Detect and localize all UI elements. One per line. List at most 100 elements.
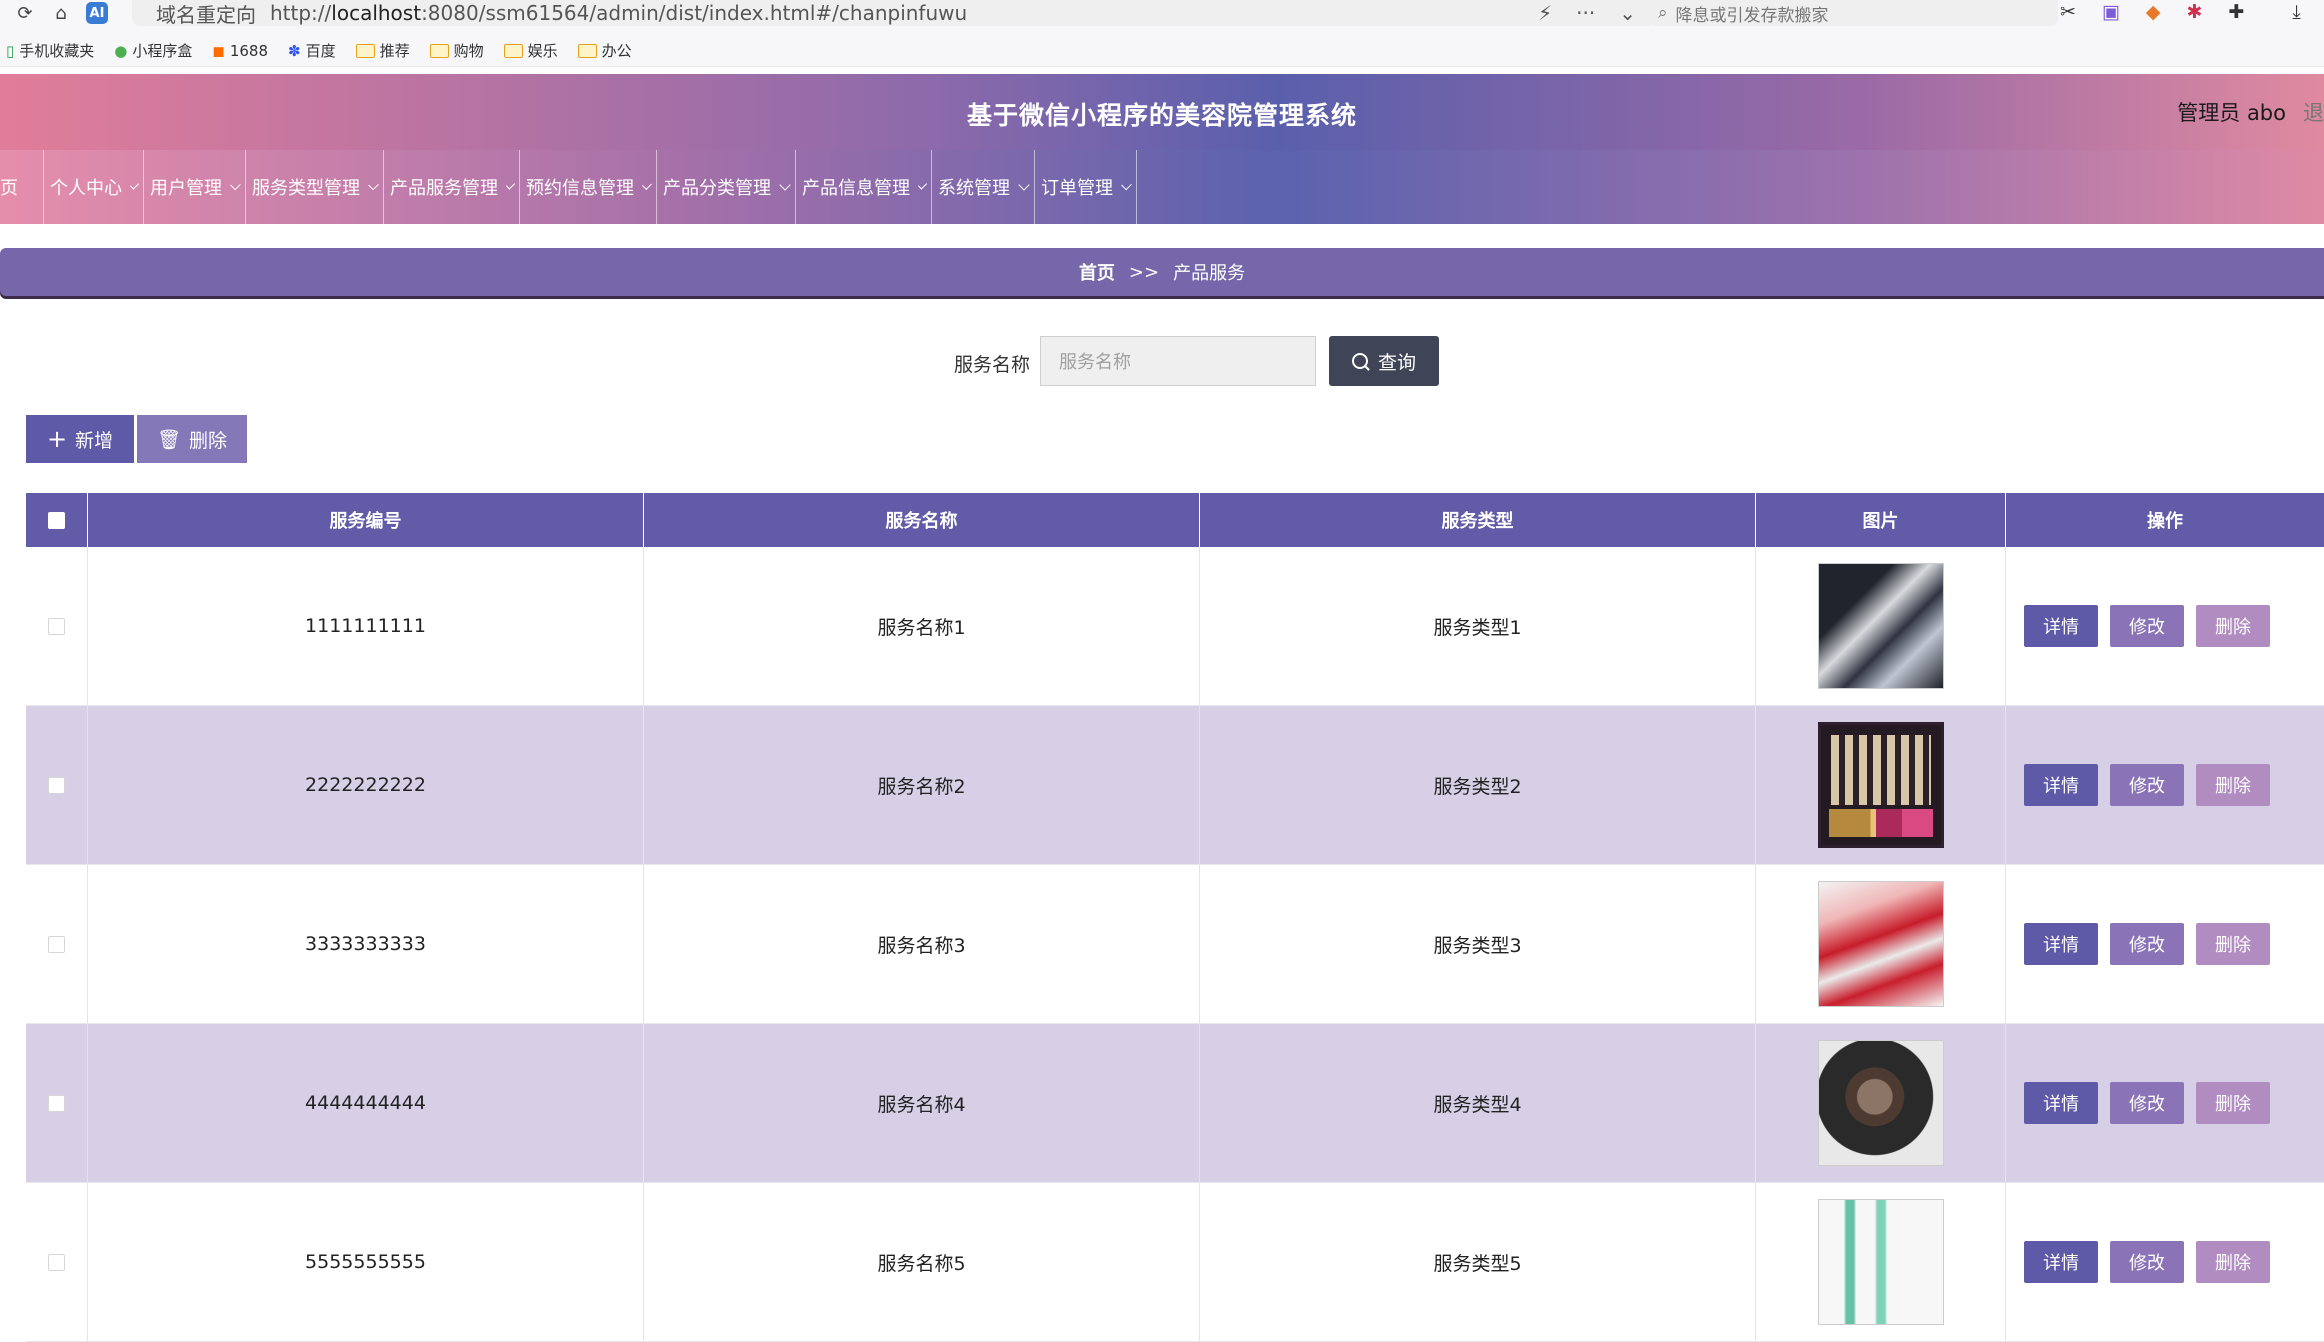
bulk-delete-label: 删除 bbox=[189, 429, 228, 452]
select-all-cell bbox=[26, 493, 88, 547]
search-label: 服务名称 bbox=[954, 354, 1031, 376]
service-image[interactable] bbox=[1817, 563, 1944, 689]
nav-item-profile[interactable]: 个人中心 bbox=[44, 150, 144, 224]
bookmark-item[interactable]: 办公 bbox=[577, 40, 632, 61]
table-row: 1111111111 服务名称1 服务类型1 详情 修改 删除 bbox=[26, 547, 2324, 706]
extension-red-icon[interactable]: ✱ bbox=[2187, 1, 2203, 23]
download-icon[interactable]: ⤓ bbox=[2292, 1, 2300, 23]
home-icon[interactable]: ⌂ bbox=[50, 2, 72, 24]
detail-button[interactable]: 详情 bbox=[2024, 764, 2098, 806]
reload-icon[interactable]: ⟳ bbox=[14, 2, 36, 24]
delete-button[interactable]: 删除 bbox=[2196, 605, 2270, 647]
edit-button[interactable]: 修改 bbox=[2110, 764, 2184, 806]
browser-search-input[interactable]: ⌕ 降息或引发存款搬家 bbox=[1648, 0, 2058, 26]
detail-button[interactable]: 详情 bbox=[2024, 1082, 2098, 1124]
fox-icon[interactable]: ◆ bbox=[2146, 1, 2161, 23]
nav-item-home[interactable]: 页 bbox=[0, 150, 44, 224]
nav-item-product-services[interactable]: 产品服务管理 bbox=[384, 150, 520, 224]
url-path: :8080/ssm61564/admin/dist/index.html#/ch… bbox=[421, 1, 968, 25]
nav-item-users[interactable]: 用户管理 bbox=[144, 150, 246, 224]
bookmark-item[interactable]: 购物 bbox=[429, 40, 484, 61]
app-header: 基于微信小程序的美容院管理系统 管理员 abo 退 bbox=[0, 74, 2324, 151]
lightning-icon[interactable]: ⚡ bbox=[1538, 1, 1552, 25]
search-button[interactable]: 查询 bbox=[1329, 336, 1439, 386]
redirect-badge: 域名重定向 bbox=[156, 2, 256, 27]
nav-item-system[interactable]: 系统管理 bbox=[932, 150, 1035, 224]
translate-icon[interactable]: ▣ bbox=[2102, 1, 2120, 23]
folder-icon bbox=[503, 43, 523, 58]
url-prefix: http:// bbox=[270, 1, 332, 25]
edit-button[interactable]: 修改 bbox=[2110, 1241, 2184, 1283]
service-name-search-input[interactable]: 服务名称 bbox=[1040, 336, 1316, 386]
extensions-bar: ✂ ▣ ◆ ✱ ✚ ⤓ bbox=[2060, 0, 2301, 24]
nav-item-service-types[interactable]: 服务类型管理 bbox=[246, 150, 384, 224]
chevron-down-icon bbox=[779, 179, 791, 191]
service-image[interactable] bbox=[1817, 881, 1944, 1007]
nav-item-orders[interactable]: 订单管理 bbox=[1035, 150, 1137, 224]
delete-button[interactable]: 删除 bbox=[2196, 764, 2270, 806]
row-checkbox[interactable] bbox=[48, 617, 65, 635]
bookmark-item[interactable]: 娱乐 bbox=[503, 40, 558, 61]
detail-button[interactable]: 详情 bbox=[2024, 1241, 2098, 1283]
nav-item-product-categories[interactable]: 产品分类管理 bbox=[657, 150, 796, 224]
service-code: 1111111111 bbox=[88, 547, 644, 705]
nav-item-products[interactable]: 产品信息管理 bbox=[796, 150, 932, 224]
edit-button[interactable]: 修改 bbox=[2110, 923, 2184, 965]
row-checkbox[interactable] bbox=[48, 776, 65, 794]
service-type: 服务类型2 bbox=[1200, 706, 1756, 864]
chevron-down-icon bbox=[505, 180, 516, 190]
service-code: 5555555555 bbox=[88, 1183, 644, 1341]
chevron-down-icon bbox=[917, 180, 928, 190]
detail-button[interactable]: 详情 bbox=[2024, 605, 2098, 647]
ai-icon[interactable]: AI bbox=[86, 2, 108, 24]
select-all-checkbox[interactable] bbox=[48, 511, 65, 529]
url-host: localhost bbox=[331, 1, 422, 25]
table-row: 4444444444 服务名称4 服务类型4 详情 修改 删除 bbox=[26, 1024, 2324, 1183]
service-image[interactable] bbox=[1817, 1040, 1944, 1166]
more-icon[interactable]: ··· bbox=[1576, 1, 1595, 25]
table-header: 服务编号 服务名称 服务类型 图片 操作 bbox=[26, 493, 2324, 547]
admin-user[interactable]: 管理员 abo bbox=[2177, 97, 2286, 127]
delete-button[interactable]: 删除 bbox=[2196, 1241, 2270, 1283]
chevron-down-icon bbox=[230, 179, 241, 191]
main-nav: 页 个人中心 用户管理 服务类型管理 产品服务管理 预约信息管理 产品分类管理 … bbox=[0, 150, 2324, 224]
search-icon: ⌕ bbox=[1658, 3, 1668, 23]
edit-button[interactable]: 修改 bbox=[2110, 1082, 2184, 1124]
detail-button[interactable]: 详情 bbox=[2024, 923, 2098, 965]
address-bar[interactable]: 域名重定向 http://localhost:8080/ssm61564/adm… bbox=[132, 0, 1656, 27]
logout-link[interactable]: 退 bbox=[2303, 97, 2324, 127]
column-header: 服务类型 bbox=[1200, 493, 1756, 547]
bookmark-item[interactable]: ● 小程序盒 bbox=[114, 40, 192, 61]
breadcrumb-current: 产品服务 bbox=[1173, 263, 1246, 284]
bookmark-item[interactable]: ▯ 手机收藏夹 bbox=[6, 40, 94, 61]
add-button-label: 新增 bbox=[75, 429, 114, 452]
service-name: 服务名称5 bbox=[644, 1183, 1200, 1341]
search-button-label: 查询 bbox=[1377, 351, 1416, 374]
folder-icon bbox=[429, 43, 449, 58]
chevron-down-icon bbox=[642, 180, 652, 190]
trash-icon: 🗑 bbox=[156, 428, 182, 451]
row-checkbox[interactable] bbox=[48, 935, 65, 953]
row-checkbox[interactable] bbox=[48, 1094, 65, 1112]
service-image[interactable] bbox=[1817, 1199, 1944, 1325]
service-name: 服务名称4 bbox=[644, 1024, 1200, 1182]
search-bar: 服务名称 服务名称 查询 bbox=[0, 336, 2324, 388]
scissors-icon[interactable]: ✂ bbox=[2060, 1, 2076, 23]
row-checkbox[interactable] bbox=[48, 1253, 65, 1271]
delete-button[interactable]: 删除 bbox=[2196, 1082, 2270, 1124]
add-button[interactable]: + 新增 bbox=[26, 415, 134, 463]
nav-item-appointments[interactable]: 预约信息管理 bbox=[520, 150, 657, 224]
bookmarks-bar: ▯ 手机收藏夹 ● 小程序盒 ◼ 1688 ✽ 百度 推荐 购物 娱乐 办公 bbox=[0, 40, 632, 61]
chevron-down-icon[interactable]: ⌄ bbox=[1619, 1, 1636, 25]
bookmark-item[interactable]: ◼ 1688 bbox=[212, 42, 268, 60]
puzzle-icon[interactable]: ✚ bbox=[2228, 1, 2244, 23]
browser-toolbar: ⟳ ⌂ AI 域名重定向 http://localhost:8080/ssm61… bbox=[0, 0, 2324, 67]
bulk-delete-button[interactable]: 🗑 删除 bbox=[137, 415, 247, 463]
column-header: 服务名称 bbox=[644, 493, 1200, 547]
breadcrumb-home[interactable]: 首页 bbox=[1079, 259, 1115, 285]
service-image[interactable] bbox=[1817, 722, 1944, 848]
delete-button[interactable]: 删除 bbox=[2196, 923, 2270, 965]
bookmark-item[interactable]: 推荐 bbox=[355, 40, 410, 61]
bookmark-item[interactable]: ✽ 百度 bbox=[288, 40, 336, 61]
edit-button[interactable]: 修改 bbox=[2110, 605, 2184, 647]
